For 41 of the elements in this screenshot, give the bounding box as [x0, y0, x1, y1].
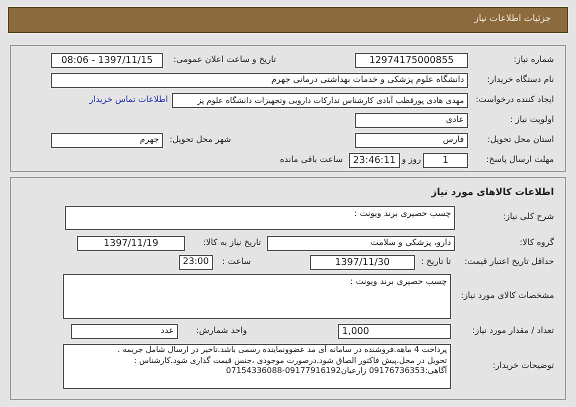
field-value: دارو، پزشکی و سلامت — [267, 236, 455, 252]
field-label: حداقل تاریخ اعتبار قیمت: — [463, 256, 554, 270]
field-label: استان محل تحویل: — [486, 134, 554, 147]
field-value: 1 — [423, 153, 468, 168]
section-title: اطلاعات کالاهای مورد نیاز — [431, 186, 554, 200]
contact-link[interactable]: اطلاعات تماس خریدار — [89, 94, 168, 107]
field-label: ساعت : — [221, 256, 251, 270]
field-label: توضیحات خریدار: — [492, 360, 554, 373]
field-label: تا تاریخ : — [420, 256, 451, 270]
field-value: 1,000 — [338, 324, 451, 340]
field-label: تاریخ و ساعت اعلان عمومی: — [172, 54, 276, 67]
field-label: واحد شمارش: — [195, 325, 247, 338]
field-label: گروه کالا: — [518, 237, 554, 250]
field-label: تاریخ نیاز به کالا: — [202, 237, 261, 250]
field-label: مهلت ارسال پاسخ: — [485, 154, 554, 167]
field-value: عدد — [71, 324, 178, 340]
field-label: روز و — [402, 154, 421, 167]
field-label: ایجاد کننده درخواست: — [474, 94, 554, 107]
field-label: تعداد / مقدار مورد نیاز: — [471, 325, 554, 338]
description-box: چسب حصیری برند ویونت : — [65, 206, 455, 230]
field-label: شهر محل تحویل: — [168, 134, 231, 147]
field-label: اولویت نیاز : — [508, 114, 554, 127]
field-value: عادی — [355, 113, 468, 128]
field-value: 1397/11/19 — [77, 236, 185, 252]
field-label: مشخصات کالای مورد نیاز: — [460, 290, 554, 303]
page-title: جزئیات اطلاعات نیاز — [474, 13, 551, 26]
notes-box: پرداخت 4 ماهه.فروشنده در سامانه آی مد عضوونماینده رسمی باشد.تاخیر در ارسال شامل جریمه . تحویل در محل.پیش فاکتور الصاق شود.درصورت موجودی ،جنس قیمت گذاری شود.کارشناس : آگاهی:09176736353 زارعیان09177916192-07154336088 — [63, 344, 451, 390]
field-label: شماره نیاز: — [512, 54, 554, 67]
field-label: ساعت باقی مانده — [280, 154, 343, 167]
field-value: دانشگاه علوم پزشکی و خدمات بهداشتی درمانی جهرم — [51, 73, 468, 88]
field-value: 1397/11/15 - 08:06 — [51, 53, 163, 68]
field-value: 23:46:11 — [348, 153, 400, 168]
field-value: مهدی هادی پورقطب آبادی کارشناس تدارکات دارویی وتجهیزات دانشگاه علوم پز — [172, 93, 468, 108]
field-label: نام دستگاه خریدار: — [486, 74, 554, 87]
field-value: 12974175000855 — [355, 53, 468, 68]
field-value: جهرم — [51, 133, 163, 148]
specs-box: چسب حصیری برند ویونت : — [63, 274, 451, 320]
field-label: شرح کلی نیاز: — [502, 211, 554, 224]
field-value: 1397/11/30 — [310, 255, 415, 270]
field-value: فارس — [355, 133, 468, 148]
field-value: 23:00 — [178, 255, 213, 270]
